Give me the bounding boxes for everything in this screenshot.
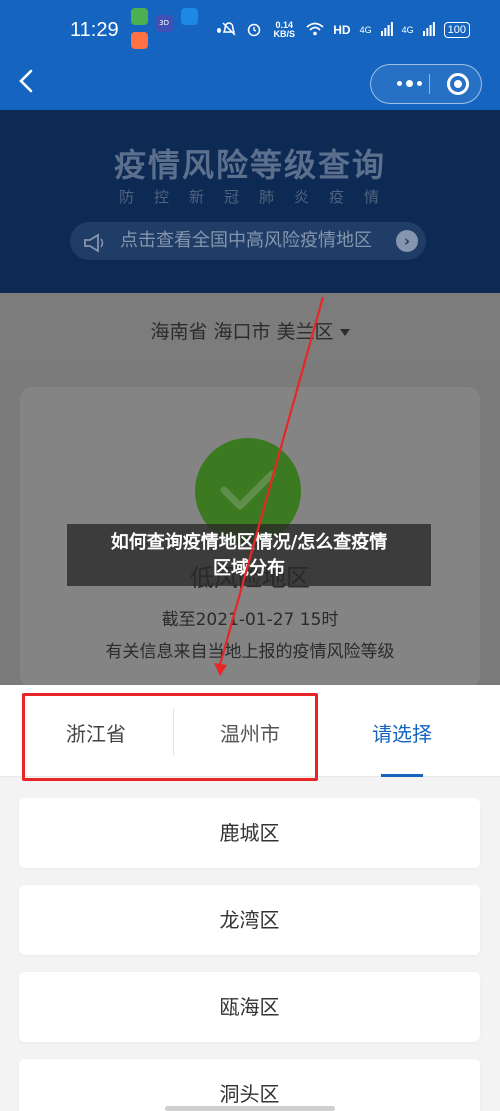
capsule-menu bbox=[370, 64, 482, 104]
dot-icon bbox=[405, 80, 413, 87]
checkmark-icon bbox=[220, 470, 276, 510]
home-indicator bbox=[165, 1106, 335, 1111]
high-risk-notice-link[interactable]: 点击查看全国中高风险疫情地区 › bbox=[70, 222, 426, 260]
status-bar: 11:29 3D 0.14 KB/S HD 4G 4G 100 bbox=[0, 0, 500, 60]
more-options-button[interactable] bbox=[389, 65, 429, 102]
mini-program-nav-bar bbox=[0, 60, 500, 110]
banner-subtitle: 防控新冠肺炎疫情 bbox=[118, 188, 399, 206]
as-of-time: 截至2021-01-27 15时 bbox=[161, 610, 339, 630]
chevron-right-icon: › bbox=[396, 230, 418, 252]
megaphone-icon bbox=[82, 230, 106, 253]
dot-icon bbox=[396, 81, 402, 86]
network-speed: 0.14 KB/S bbox=[273, 20, 296, 39]
hd-label: HD bbox=[333, 23, 351, 37]
signal-bars-icon bbox=[380, 21, 393, 39]
caption-line-2: 区域分布 bbox=[213, 558, 285, 579]
dot-icon bbox=[416, 81, 422, 86]
overlay-caption: 如何查询疫情地区情况/怎么查疫情 区域分布 bbox=[67, 524, 431, 586]
tab-district[interactable]: 请选择 bbox=[372, 718, 432, 747]
back-button[interactable] bbox=[14, 66, 44, 104]
caret-down-icon bbox=[339, 329, 350, 336]
screen: 11:29 3D 0.14 KB/S HD 4G 4G 100 疫情风险等级查询… bbox=[0, 0, 500, 1111]
list-item[interactable]: 瓯海区 bbox=[19, 972, 480, 1042]
store-app-icon bbox=[180, 7, 198, 25]
battery-indicator: 100 bbox=[443, 22, 470, 38]
status-right: 0.14 KB/S HD 4G 4G 100 bbox=[221, 21, 470, 40]
list-item[interactable]: 洞头区 bbox=[19, 1059, 480, 1111]
orange-app-icon bbox=[130, 31, 148, 49]
region-value: 海南省 海口市 美兰区 bbox=[150, 321, 334, 343]
list-item[interactable]: 龙湾区 bbox=[19, 885, 480, 955]
region-selector[interactable]: 海南省 海口市 美兰区 bbox=[0, 317, 500, 344]
alarm-clock-icon bbox=[246, 21, 262, 40]
data-source-note: 有关信息来自当地上报的疫情风险等级 bbox=[105, 642, 395, 662]
chevron-left-icon bbox=[19, 69, 33, 93]
status-app-icons: 3D bbox=[130, 7, 215, 53]
caption-line-1: 如何查询疫情地区情况/怎么查疫情 bbox=[110, 532, 388, 553]
annotation-highlight-box bbox=[22, 693, 318, 781]
signal-1-label: 4G bbox=[359, 25, 372, 35]
banner-title: 疫情风险等级查询 bbox=[113, 146, 386, 184]
list-item[interactable]: 鹿城区 bbox=[19, 798, 480, 868]
status-time: 11:29 bbox=[70, 18, 119, 41]
news-app-icon: 3D bbox=[155, 14, 173, 32]
signal-2-label: 4G bbox=[401, 25, 414, 35]
capsule-divider bbox=[429, 74, 430, 94]
signal-bars-2-icon bbox=[422, 21, 435, 39]
active-tab-underline bbox=[381, 774, 423, 777]
close-mini-program-button[interactable] bbox=[447, 73, 469, 95]
notice-text: 点击查看全国中高风险疫情地区 bbox=[120, 230, 372, 251]
wechat-icon bbox=[130, 7, 148, 25]
alarm-off-icon bbox=[221, 21, 237, 40]
wifi-icon bbox=[306, 22, 324, 39]
